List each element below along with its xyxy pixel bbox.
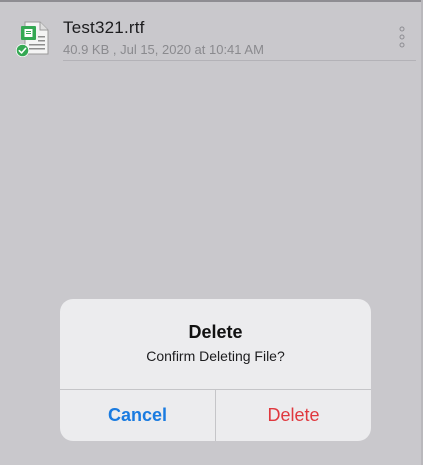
more-vertical-icon: [399, 26, 405, 48]
file-list-item[interactable]: Test321.rtf 40.9 KB , Jul 15, 2020 at 10…: [0, 2, 421, 62]
synced-check-icon: [15, 43, 30, 58]
file-name: Test321.rtf: [63, 18, 145, 37]
rtf-file-icon: [15, 20, 52, 60]
cancel-button[interactable]: Cancel: [60, 390, 215, 441]
more-options-button[interactable]: [395, 24, 409, 50]
dialog-message: Confirm Deleting File?: [146, 348, 285, 364]
delete-button[interactable]: Delete: [216, 390, 371, 441]
file-meta: 40.9 KB , Jul 15, 2020 at 10:41 AM: [63, 42, 264, 57]
delete-confirm-dialog: Delete Confirm Deleting File? Cancel Del…: [60, 299, 371, 441]
row-divider: [63, 60, 416, 61]
dialog-title: Delete: [188, 322, 243, 342]
